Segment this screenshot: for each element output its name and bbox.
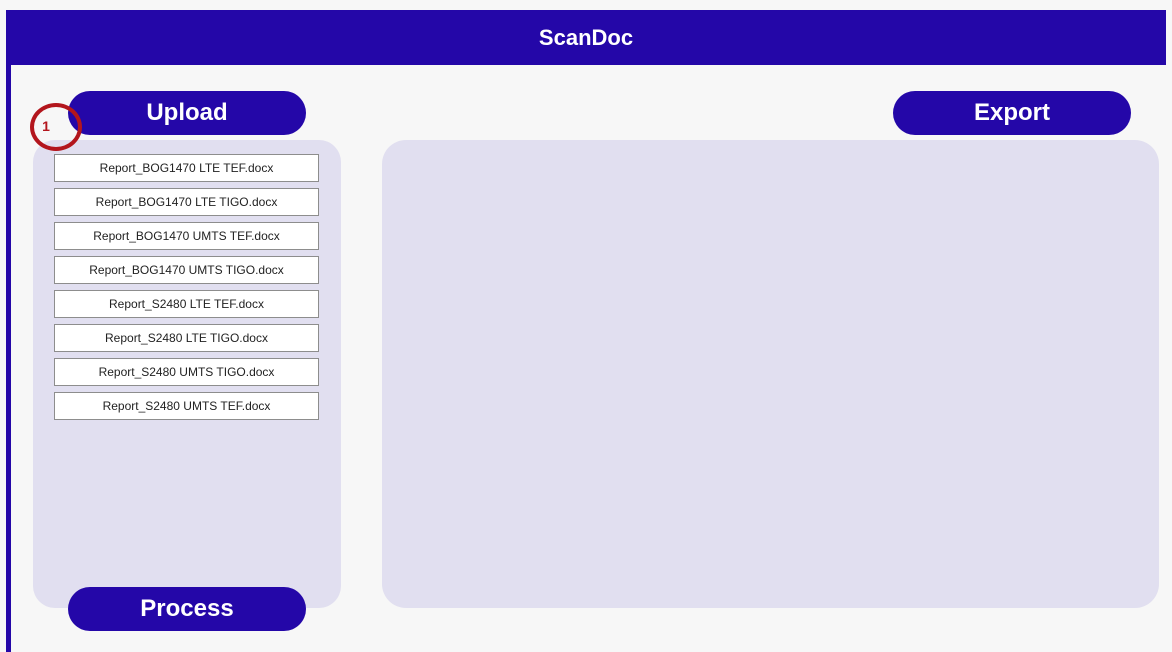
file-item[interactable]: Report_S2480 UMTS TIGO.docx — [54, 358, 319, 386]
header-bar: ScanDoc — [6, 10, 1166, 65]
preview-panel — [382, 140, 1159, 608]
process-button[interactable]: Process — [68, 587, 306, 631]
file-item[interactable]: Report_S2480 UMTS TEF.docx — [54, 392, 319, 420]
app-title: ScanDoc — [538, 24, 634, 50]
upload-button[interactable]: Upload — [68, 91, 306, 135]
file-item[interactable]: Report_BOG1470 UMTS TIGO.docx — [54, 256, 319, 284]
file-list: Report_BOG1470 LTE TEF.docx Report_BOG14… — [54, 154, 319, 426]
file-item[interactable]: Report_BOG1470 UMTS TEF.docx — [54, 222, 319, 250]
export-button[interactable]: Export — [893, 91, 1131, 135]
file-item[interactable]: Report_BOG1470 LTE TIGO.docx — [54, 188, 319, 216]
file-item[interactable]: Report_S2480 LTE TEF.docx — [54, 290, 319, 318]
file-item[interactable]: Report_S2480 LTE TIGO.docx — [54, 324, 319, 352]
file-item[interactable]: Report_BOG1470 LTE TEF.docx — [54, 154, 319, 182]
